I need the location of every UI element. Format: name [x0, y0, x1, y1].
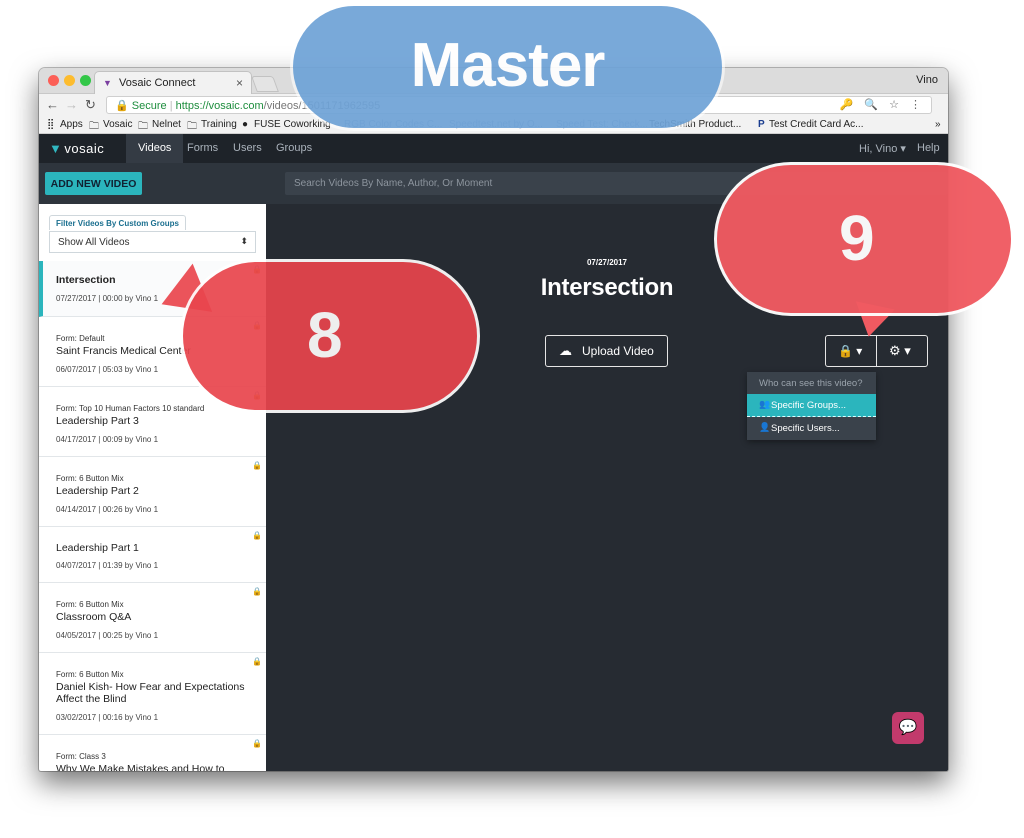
- forward-arrow-icon[interactable]: →: [65, 97, 78, 112]
- video-meta: 04/07/2017 | 01:39 by Vino 1: [56, 561, 159, 570]
- upload-video-button[interactable]: ☁ Upload Video: [545, 335, 668, 367]
- back-arrow-icon[interactable]: ←: [46, 97, 59, 112]
- video-form: Form: Default: [56, 334, 105, 343]
- cloud-upload-icon: ☁: [559, 343, 572, 358]
- chevron-down-icon: ▾: [856, 344, 863, 358]
- bookmark-nelnet[interactable]: Nelnet: [152, 119, 181, 130]
- lock-icon: 🔒: [252, 461, 262, 470]
- users-group-icon: 👥: [759, 399, 771, 409]
- bookmark-apps[interactable]: Apps: [60, 119, 83, 130]
- video-form: Form: Top 10 Human Factors 10 standard: [56, 404, 205, 413]
- vosaic-logo-icon: ▼: [49, 141, 63, 156]
- lock-icon: 🔒: [252, 587, 262, 596]
- filter-label: Filter Videos By Custom Groups: [49, 215, 186, 230]
- video-meta: 06/07/2017 | 05:03 by Vino 1: [56, 365, 159, 374]
- maximize-window-button[interactable]: [80, 75, 91, 86]
- user-menu[interactable]: Hi, Vino ▾: [859, 134, 906, 163]
- video-title: Why We Make Mistakes and How to Avoid: [56, 763, 225, 771]
- specific-groups-option[interactable]: 👥 Specific Groups...: [747, 394, 876, 417]
- video-form: Form: 6 Button Mix: [56, 670, 124, 679]
- nav-forms[interactable]: Forms: [187, 134, 218, 163]
- visibility-lock-button[interactable]: 🔒 ▾: [825, 335, 877, 367]
- secure-label: Secure: [131, 100, 167, 112]
- vosaic-logo[interactable]: ▼ vosaic: [49, 141, 104, 156]
- video-list-item[interactable]: 🔒 Leadership Part 1 04/07/2017 | 01:39 b…: [39, 527, 266, 583]
- callout-8-bubble: 8: [180, 259, 480, 413]
- url-host: https://vosaic.com: [175, 100, 264, 112]
- nav-users[interactable]: Users: [233, 134, 262, 163]
- bookmark-fuse[interactable]: FUSE Coworking: [254, 119, 331, 130]
- video-title: Leadership Part 3: [56, 415, 139, 427]
- lock-icon: 🔒: [252, 739, 262, 748]
- minimize-window-button[interactable]: [64, 75, 75, 86]
- lock-icon: 🔒: [252, 657, 262, 666]
- video-list-item[interactable]: 🔒 Form: 6 Button Mix Classroom Q&A 04/05…: [39, 583, 266, 653]
- github-icon: ●: [242, 119, 249, 130]
- vosaic-favicon-icon: ▼: [103, 78, 112, 88]
- video-title: Classroom Q&A: [56, 611, 132, 623]
- new-tab-button[interactable]: [251, 76, 279, 92]
- apps-grid-icon: ⣿: [47, 119, 55, 130]
- bookmarks-more-icon[interactable]: »: [935, 119, 941, 130]
- video-form: Form: Class 3: [56, 752, 106, 761]
- nav-videos[interactable]: Videos: [126, 134, 184, 163]
- visibility-dropdown: Who can see this video? 👥 Specific Group…: [747, 372, 876, 440]
- group-filter: Filter Videos By Custom Groups Show All …: [49, 213, 256, 253]
- top-navigation: ▼ vosaic Videos Forms Users Groups Hi, Vi…: [39, 134, 948, 163]
- reload-icon[interactable]: ↻: [85, 97, 96, 113]
- tab-title: Vosaic Connect: [119, 77, 196, 89]
- video-title: Leadership Part 2: [56, 485, 139, 497]
- screenshot-stage: ▼ Vosaic Connect × Vino ← → ↻ 🔒 Secure |…: [0, 0, 1024, 838]
- dropdown-header: Who can see this video?: [759, 378, 863, 389]
- bookmark-training[interactable]: Training: [201, 119, 237, 130]
- bookmark-vosaic[interactable]: Vosaic: [103, 119, 132, 130]
- master-label-bubble: Master: [293, 6, 722, 128]
- callout-9-bubble: 9: [714, 162, 1014, 316]
- lock-icon: 🔒: [252, 531, 262, 540]
- browser-tab[interactable]: ▼ Vosaic Connect ×: [94, 71, 252, 94]
- chevron-down-icon: ▾: [904, 343, 911, 358]
- specific-users-option[interactable]: 👤 Specific Users...: [747, 417, 876, 440]
- video-meta: 04/17/2017 | 00:09 by Vino 1: [56, 435, 159, 444]
- lock-icon: 🔒: [838, 344, 853, 358]
- paypal-icon: P: [758, 119, 765, 130]
- bookmark-test-credit[interactable]: Test Credit Card Ac...: [769, 119, 863, 130]
- video-form: Form: 6 Button Mix: [56, 474, 124, 483]
- chat-bubble-icon: 💬: [898, 719, 918, 736]
- group-filter-select[interactable]: Show All Videos ⬍: [49, 231, 256, 253]
- video-title: Daniel Kish- How Fear and Expectations A…: [56, 681, 245, 705]
- lock-secure-icon: 🔒: [115, 100, 129, 112]
- close-window-button[interactable]: [48, 75, 59, 86]
- video-meta: 03/02/2017 | 00:16 by Vino 1: [56, 713, 159, 722]
- video-meta: 04/14/2017 | 00:26 by Vino 1: [56, 505, 159, 514]
- video-title: Leadership Part 1: [56, 542, 139, 554]
- chat-button[interactable]: 💬: [892, 712, 924, 744]
- gear-icon: ⚙: [889, 343, 901, 358]
- nav-help[interactable]: Help: [917, 134, 940, 163]
- video-list-item[interactable]: 🔒 Form: 6 Button Mix Leadership Part 2 0…: [39, 457, 266, 527]
- video-form: Form: 6 Button Mix: [56, 600, 124, 609]
- user-icon: 👤: [759, 422, 771, 432]
- add-new-video-button[interactable]: ADD NEW VIDEO: [45, 172, 142, 195]
- video-list-item[interactable]: 🔒 Form: 6 Button Mix Daniel Kish- How Fe…: [39, 653, 266, 735]
- url-actions-icons[interactable]: 🔑 🔍 ☆ ⋮: [840, 98, 925, 111]
- profile-name[interactable]: Vino: [916, 74, 938, 86]
- nav-groups[interactable]: Groups: [276, 134, 312, 163]
- tab-close-icon[interactable]: ×: [236, 76, 243, 90]
- video-list-item[interactable]: 🔒 Form: Class 3 Why We Make Mistakes and…: [39, 735, 266, 771]
- video-meta: 07/27/2017 | 00:00 by Vino 1: [56, 294, 159, 303]
- select-caret-icon: ⬍: [240, 236, 248, 246]
- video-meta: 04/05/2017 | 00:25 by Vino 1: [56, 631, 159, 640]
